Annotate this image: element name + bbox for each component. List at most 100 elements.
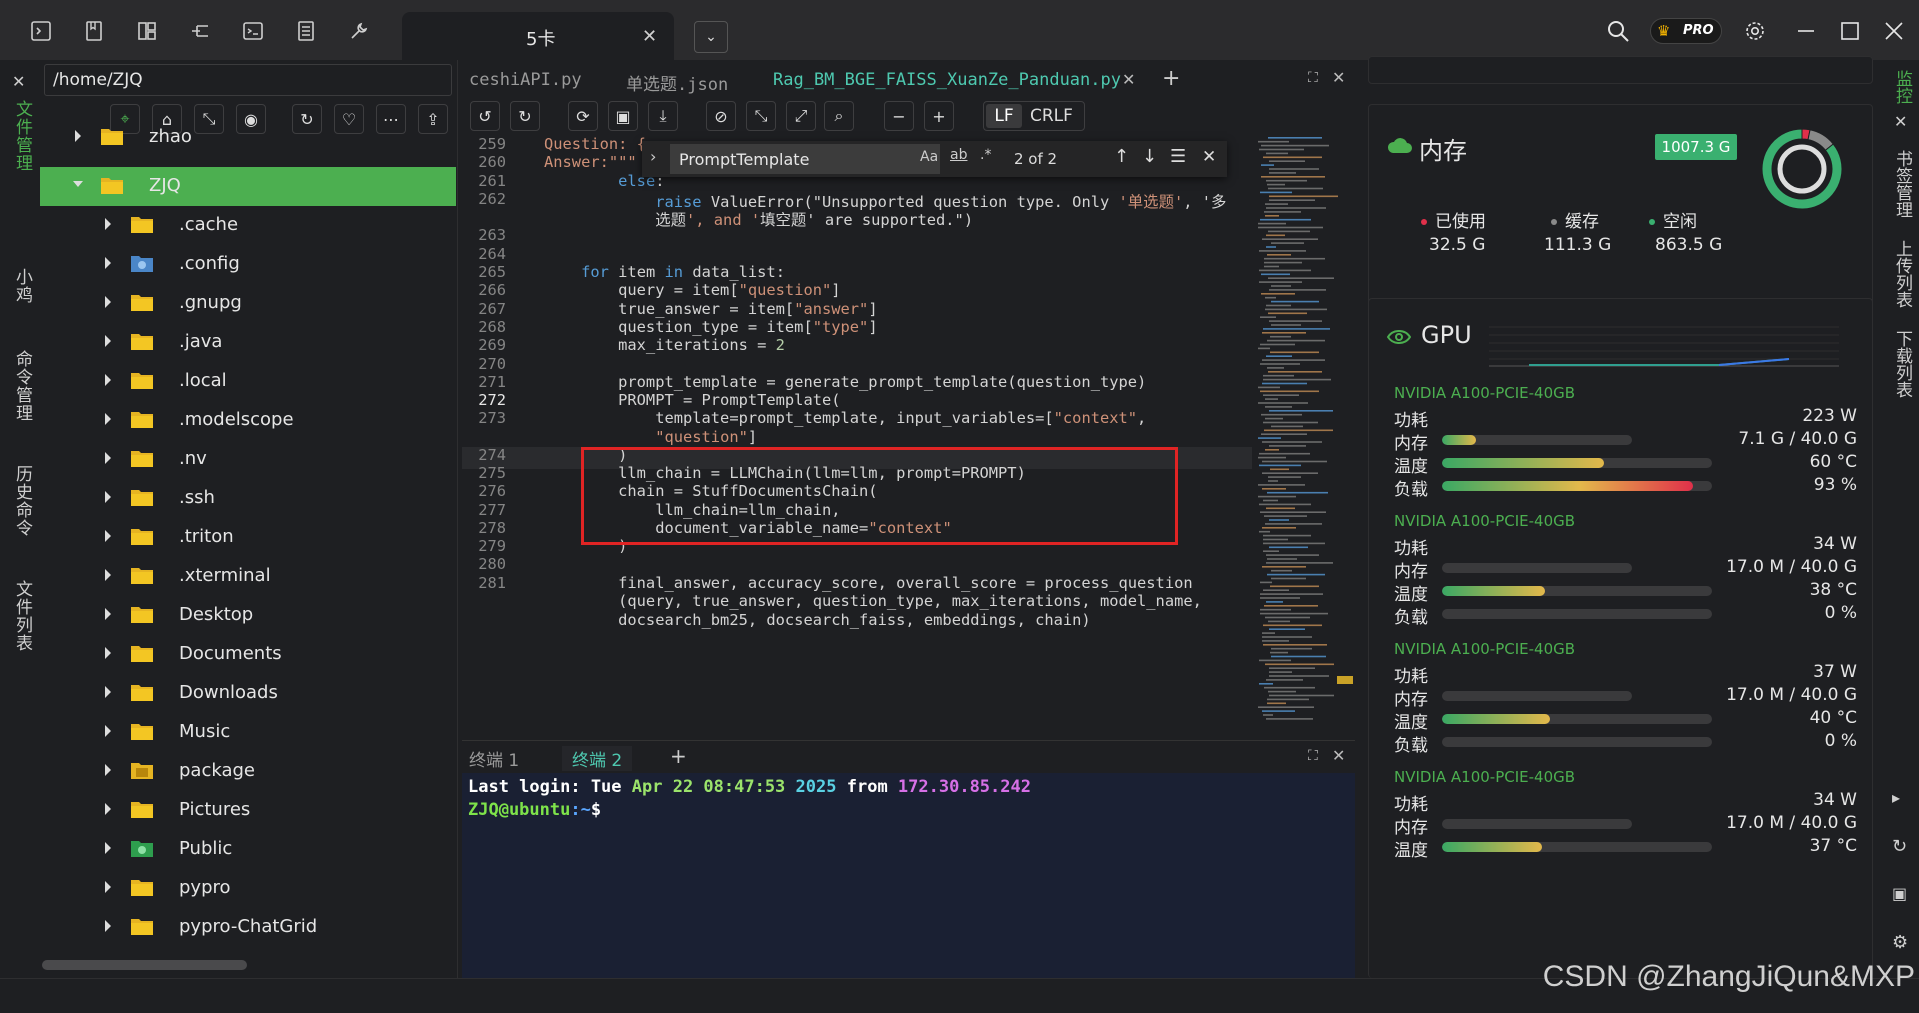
close-icon[interactable]: ✕ (1894, 112, 1907, 131)
caret-right-icon[interactable] (103, 881, 113, 893)
tree-row[interactable]: .ssh (40, 479, 456, 518)
caret-right-icon[interactable] (103, 413, 113, 425)
settings-gear-icon[interactable] (1744, 20, 1766, 42)
sidebar-item-command-manager[interactable]: 命令管理 (10, 350, 35, 422)
close-icon[interactable]: ✕ (1122, 70, 1135, 89)
caret-right-icon[interactable] (103, 686, 113, 698)
caret-right-icon[interactable] (103, 257, 113, 269)
tree-row[interactable]: pypro-ChatGrid (40, 908, 456, 947)
file-panel-scrollbar[interactable] (42, 960, 247, 970)
maximize-icon[interactable] (1839, 20, 1861, 42)
tree-row[interactable]: Pictures (40, 791, 456, 830)
match-case-toggle[interactable]: Aa (920, 149, 938, 165)
editor-tab-active[interactable]: Rag_BM_BGE_FAISS_XuanZe_Panduan.py (773, 70, 1121, 90)
sidebar-item-upload-list[interactable]: 上传列表 (1890, 240, 1915, 308)
arrow-up-icon[interactable]: ↑ (1114, 146, 1129, 167)
tab-dropdown-button[interactable]: ⌄ (694, 21, 728, 53)
pro-badge[interactable]: ♛ PRO (1650, 18, 1722, 44)
redo-button[interactable]: ↻ (510, 101, 540, 131)
sidebar-item-monitor[interactable]: 监控 (1890, 70, 1915, 104)
compass-button[interactable]: ⊘ (706, 101, 736, 131)
tree-row[interactable]: .config (40, 245, 456, 284)
sidebar-item-bookmarks[interactable]: 书签管理 (1890, 150, 1915, 218)
tree-row[interactable]: Public (40, 830, 456, 869)
caret-right-icon[interactable] (103, 452, 113, 464)
close-panel-icon[interactable]: ✕ (12, 72, 25, 91)
shrink-button[interactable]: ⤡ (746, 101, 776, 131)
caret-right-icon[interactable] (103, 608, 113, 620)
close-icon[interactable]: ✕ (642, 26, 657, 47)
terminal[interactable]: Last login: Tue Apr 22 08:47:53 2025 fro… (462, 773, 1355, 978)
search-icon[interactable] (1606, 19, 1629, 42)
tree-row[interactable]: .xterminal (40, 557, 456, 596)
minimap[interactable] (1252, 135, 1352, 731)
sidebar-item-download-list[interactable]: 下载列表 (1890, 330, 1915, 398)
terminal-icon[interactable] (30, 20, 52, 42)
terminal-icon[interactable]: ▸ (1892, 788, 1900, 807)
caret-right-icon[interactable] (103, 374, 113, 386)
maximize-terminal-icon[interactable]: ⛶ (1308, 748, 1318, 764)
caret-right-icon[interactable] (103, 569, 113, 581)
download-button[interactable]: ⤓ (648, 101, 678, 131)
arrow-down-icon[interactable]: ↓ (1142, 146, 1157, 167)
maximize-editor-icon[interactable]: ⛶ (1308, 70, 1318, 86)
close-editor-icon[interactable]: ✕ (1332, 68, 1345, 87)
tree-row[interactable]: .cache (40, 206, 456, 245)
wrench-icon[interactable] (348, 20, 370, 42)
tree-row[interactable]: .gnupg (40, 284, 456, 323)
tree-row[interactable]: .triton (40, 518, 456, 557)
tree-row[interactable]: .java (40, 323, 456, 362)
path-input[interactable] (44, 64, 452, 96)
caret-right-icon[interactable] (103, 725, 113, 737)
tree-row[interactable]: Documents (40, 635, 456, 674)
terminal-tab-active[interactable]: 终端 2 (562, 746, 633, 771)
lf-button[interactable]: LF (986, 104, 1022, 128)
tree-row[interactable]: .local (40, 362, 456, 401)
session-tab[interactable]: 5卡 ✕ (402, 12, 674, 60)
regex-toggle[interactable]: .* (980, 147, 991, 163)
undo-button[interactable]: ↺ (470, 101, 500, 131)
window-close-icon[interactable] (1883, 20, 1905, 42)
caret-right-icon[interactable] (103, 647, 113, 659)
sidebar-item-history[interactable]: 历史命令 (10, 465, 35, 537)
gear-icon[interactable]: ⚙ (1892, 932, 1908, 953)
tree-icon[interactable] (189, 20, 211, 42)
search-button[interactable]: ⌕ (824, 101, 854, 131)
tree-row[interactable]: Downloads (40, 674, 456, 713)
tree-row[interactable]: .nv (40, 440, 456, 479)
caret-right-icon[interactable] (73, 130, 83, 142)
code-editor[interactable]: 259 Question: {260 Answer:""" 261 else: 262 … (462, 135, 1252, 731)
caret-right-icon[interactable] (103, 491, 113, 503)
close-icon[interactable]: ✕ (1202, 147, 1216, 167)
save-icon[interactable]: ▣ (1892, 884, 1907, 903)
close-terminal-icon[interactable]: ✕ (1332, 746, 1345, 765)
tree-row[interactable]: Music (40, 713, 456, 752)
save-button[interactable]: ▣ (608, 101, 638, 131)
chevron-right-icon[interactable]: › (650, 147, 656, 166)
sidebar-item-xiaoji[interactable]: 小鸡 (10, 268, 35, 304)
refresh-icon[interactable]: ↻ (1892, 836, 1907, 857)
caret-right-icon[interactable] (103, 803, 113, 815)
tree-row[interactable]: ZJQ (40, 167, 456, 206)
caret-right-icon[interactable] (103, 218, 113, 230)
layout-icon[interactable] (136, 20, 158, 42)
find-in-selection-icon[interactable]: ☰ (1170, 146, 1186, 167)
find-input[interactable] (670, 144, 940, 174)
caret-right-icon[interactable] (103, 530, 113, 542)
bookmark-icon[interactable] (83, 20, 105, 42)
caret-right-icon[interactable] (103, 296, 113, 308)
shell-icon[interactable] (242, 20, 264, 42)
editor-tab[interactable]: ceshiAPI.py (469, 70, 582, 90)
add-terminal-icon[interactable]: + (670, 744, 687, 768)
list-icon[interactable] (295, 20, 317, 42)
terminal-tab[interactable]: 终端 1 (469, 746, 519, 771)
tree-row[interactable]: package (40, 752, 456, 791)
zoom-in-button[interactable]: + (924, 101, 954, 131)
tree-row[interactable]: zhao (40, 118, 456, 157)
sidebar-item-file-manager[interactable]: 文件管理 (10, 100, 35, 172)
caret-right-icon[interactable] (103, 335, 113, 347)
tree-row[interactable]: pypro (40, 869, 456, 908)
tree-row[interactable]: Desktop (40, 596, 456, 635)
reload-button[interactable]: ⟳ (568, 101, 598, 131)
zoom-out-button[interactable]: − (884, 101, 914, 131)
